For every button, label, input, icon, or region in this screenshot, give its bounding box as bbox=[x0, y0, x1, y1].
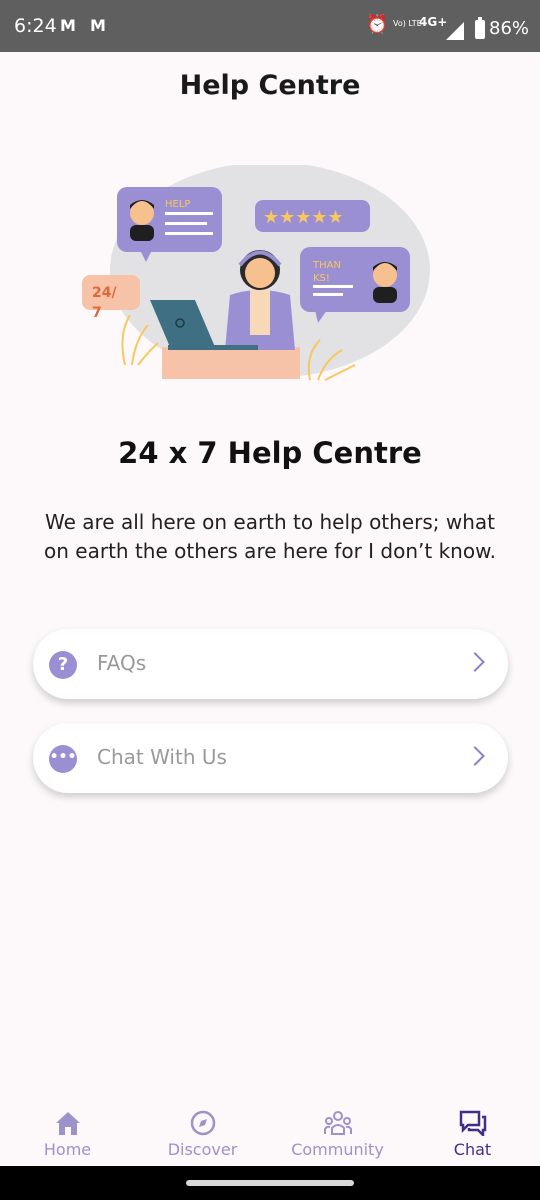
nav-chat-label: Chat bbox=[453, 1140, 492, 1159]
chat-dots-icon: ••• bbox=[49, 745, 77, 773]
gmail-icon: M bbox=[60, 16, 76, 35]
chat-icon bbox=[459, 1110, 487, 1136]
home-gesture-handle[interactable] bbox=[186, 1180, 354, 1186]
network-type: 4G+ bbox=[419, 15, 448, 29]
nav-discover-label: Discover bbox=[167, 1140, 238, 1159]
support-illustration: HELP ★★★★★ THAN KS! 24/ 7 bbox=[82, 165, 430, 381]
alarm-icon: ⏰ bbox=[366, 14, 389, 35]
nav-discover[interactable]: Discover bbox=[135, 1098, 270, 1166]
gmail-icon: M bbox=[90, 16, 106, 35]
help-bubble-text: HELP bbox=[165, 199, 190, 210]
signal-icon bbox=[446, 22, 464, 40]
status-bar: 6:24 M M ⏰ Vo) LTE 4G+ 86% bbox=[0, 0, 540, 52]
chevron-right-icon bbox=[465, 652, 485, 672]
option-label: Chat With Us bbox=[97, 745, 227, 769]
question-icon: ? bbox=[49, 651, 77, 679]
volte-indicator: Vo) LTE bbox=[393, 19, 422, 28]
status-time: 6:24 bbox=[14, 15, 57, 37]
nav-chat[interactable]: Chat bbox=[405, 1098, 540, 1166]
system-nav-bar bbox=[0, 1166, 540, 1200]
battery-percent: 86% bbox=[489, 18, 530, 39]
nav-community-label: Community bbox=[291, 1140, 384, 1159]
nav-community[interactable]: Community bbox=[270, 1098, 405, 1166]
faqs-option[interactable]: ? FAQs bbox=[33, 629, 508, 699]
home-icon bbox=[56, 1112, 80, 1135]
bottom-navigation: Home Discover Community Chat bbox=[0, 1098, 540, 1166]
thanks-bubble-text: THAN bbox=[312, 260, 341, 271]
page-title: Help Centre bbox=[179, 70, 361, 101]
badge-text: 7 bbox=[92, 305, 102, 321]
svg-text:★★★★★: ★★★★★ bbox=[263, 207, 344, 228]
badge-text: 24/ bbox=[92, 285, 117, 301]
compass-icon bbox=[190, 1110, 216, 1136]
battery-icon bbox=[475, 17, 485, 39]
thanks-bubble-text: KS! bbox=[313, 273, 330, 284]
option-label: FAQs bbox=[97, 651, 147, 675]
nav-home-label: Home bbox=[43, 1140, 92, 1159]
help-centre-heading: 24 x 7 Help Centre bbox=[118, 436, 422, 470]
chevron-right-icon bbox=[465, 746, 485, 766]
help-quote: We are all here on earth to help others;… bbox=[44, 510, 496, 563]
community-icon bbox=[324, 1111, 352, 1135]
chat-with-us-option[interactable]: ••• Chat With Us bbox=[33, 723, 508, 793]
nav-home[interactable]: Home bbox=[0, 1098, 135, 1166]
